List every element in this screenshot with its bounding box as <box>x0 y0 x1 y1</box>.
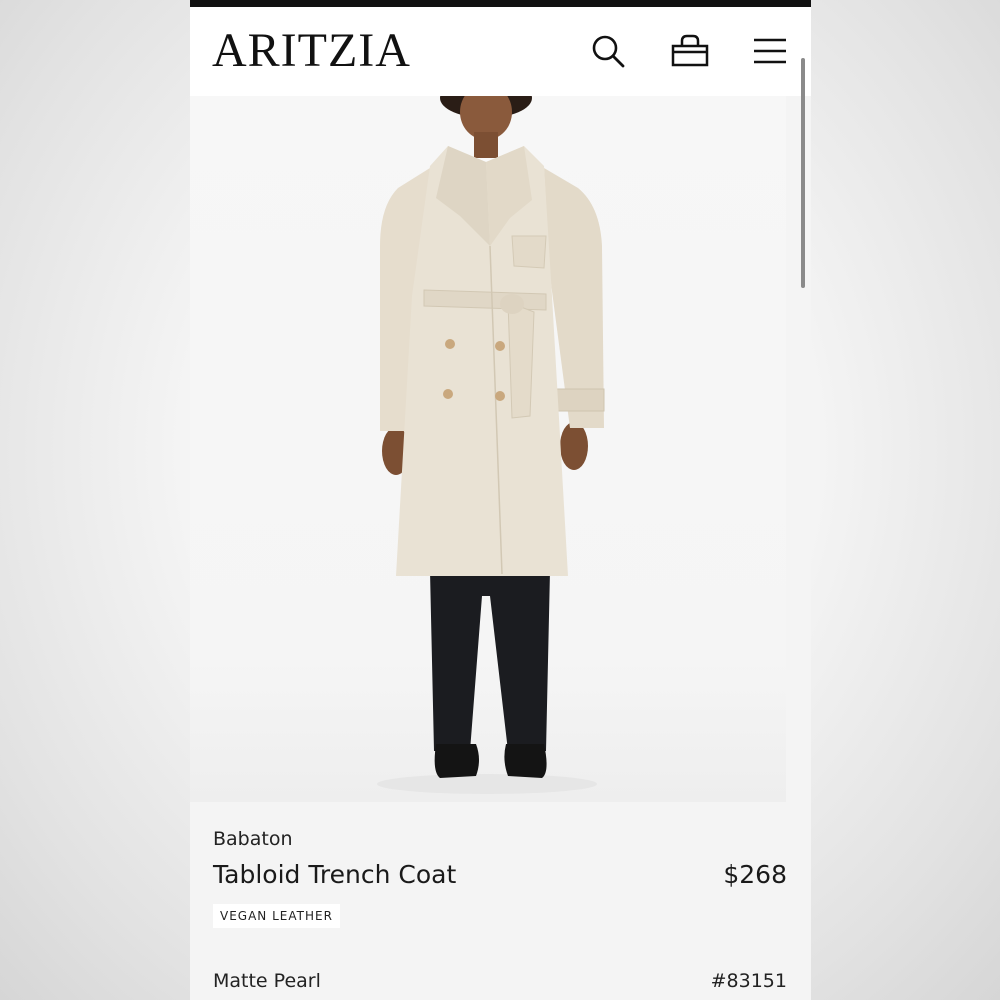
product-price: $268 <box>723 860 787 889</box>
search-icon[interactable] <box>588 31 628 71</box>
color-name: Matte Pearl <box>213 970 321 992</box>
menu-icon[interactable] <box>750 31 790 71</box>
product-info: Babaton Tabloid Trench Coat $268 VEGAN L… <box>190 802 811 1000</box>
aritzia-logo[interactable]: ARITZIA <box>212 25 411 77</box>
bag-icon[interactable] <box>670 31 710 71</box>
status-bar <box>190 0 811 7</box>
model-illustration <box>377 96 605 794</box>
product-brand[interactable]: Babaton <box>213 828 293 850</box>
material-tag: VEGAN LEATHER <box>213 904 340 928</box>
phone-screen: ARITZIA Babaton Tabloid Trench Coat $268… <box>190 0 811 1000</box>
site-header: ARITZIA <box>190 7 811 96</box>
product-sku: #83151 <box>710 970 787 992</box>
scrollbar[interactable] <box>801 58 805 288</box>
product-image[interactable] <box>190 96 786 802</box>
product-name: Tabloid Trench Coat <box>213 860 457 889</box>
